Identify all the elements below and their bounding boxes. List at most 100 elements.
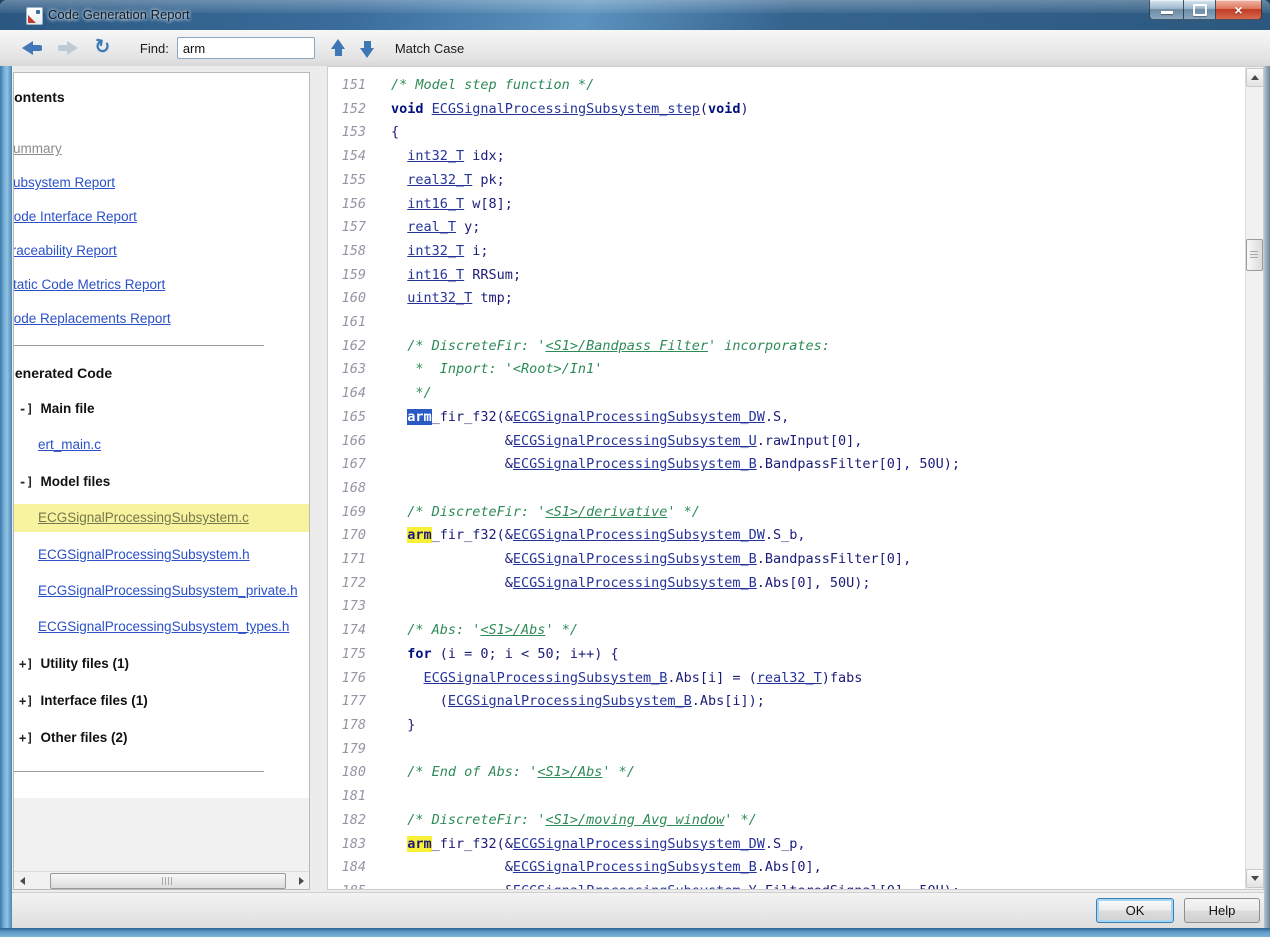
contents-link[interactable]: Traceability Report bbox=[14, 243, 309, 258]
dialog-button-bar: OK Help bbox=[12, 892, 1264, 928]
code-token: { bbox=[391, 124, 399, 140]
code-line: 184 &ECGSignalProcessingSubsystem_B.Abs[… bbox=[328, 856, 1246, 880]
code-view-panel: 151/* Model step function */152void ECGS… bbox=[327, 66, 1264, 890]
code-hyperlink[interactable]: ECGSignalProcessingSubsystem_DW bbox=[513, 836, 765, 852]
contents-sidebar: Contents SummarySubsystem ReportCode Int… bbox=[13, 72, 310, 890]
line-number: 174 bbox=[328, 619, 366, 643]
code-hyperlink[interactable]: <S1>/Abs bbox=[537, 764, 602, 780]
up-arrow-icon bbox=[331, 39, 346, 58]
code-token: .BandpassFilter[0], bbox=[757, 551, 911, 567]
code-token: idx; bbox=[464, 148, 505, 164]
code-line: 179 bbox=[328, 738, 1246, 762]
code-hyperlink[interactable]: ECGSignalProcessingSubsystem_Y bbox=[513, 883, 757, 889]
code-hyperlink[interactable]: <S1>/Bandpass Filter bbox=[545, 338, 708, 354]
contents-link[interactable]: Code Interface Report bbox=[14, 209, 309, 224]
expand-icon[interactable]: +] bbox=[19, 657, 33, 671]
code-hyperlink[interactable]: <S1>/derivative bbox=[545, 504, 667, 520]
scroll-left-button[interactable] bbox=[14, 873, 30, 888]
code-line: 155 real32_T pk; bbox=[328, 169, 1246, 193]
file-link[interactable]: ECGSignalProcessingSubsystem.c bbox=[38, 510, 249, 525]
forward-button[interactable] bbox=[43, 41, 78, 55]
title-bar: Code Generation Report × bbox=[0, 0, 1270, 31]
line-number: 153 bbox=[328, 121, 366, 145]
code-token bbox=[391, 243, 407, 259]
code-hyperlink[interactable]: int32_T bbox=[407, 148, 464, 164]
close-button[interactable]: × bbox=[1216, 0, 1262, 20]
contents-link[interactable]: Summary bbox=[14, 141, 309, 156]
code-line: 162 /* DiscreteFir: '<S1>/Bandpass Filte… bbox=[328, 335, 1246, 359]
code-hyperlink[interactable]: ECGSignalProcessingSubsystem_DW bbox=[513, 409, 765, 425]
line-number: 160 bbox=[328, 287, 366, 311]
code-hyperlink[interactable]: uint32_T bbox=[407, 290, 472, 306]
code-hyperlink[interactable]: ECGSignalProcessingSubsystem_B bbox=[513, 859, 757, 875]
code-hyperlink[interactable]: int32_T bbox=[407, 243, 464, 259]
line-number: 156 bbox=[328, 193, 366, 217]
code-hyperlink[interactable]: real32_T bbox=[757, 670, 822, 686]
code-token: .S, bbox=[765, 409, 789, 425]
code-token bbox=[391, 646, 407, 662]
contents-link[interactable]: Static Code Metrics Report bbox=[14, 277, 309, 292]
contents-link[interactable]: Subsystem Report bbox=[14, 175, 309, 190]
scroll-right-button[interactable] bbox=[293, 873, 309, 888]
find-previous-button[interactable] bbox=[315, 39, 346, 58]
find-input[interactable] bbox=[177, 37, 315, 59]
tree-file-row: ECGSignalProcessingSubsystem_types.h bbox=[14, 618, 309, 636]
code-token bbox=[391, 836, 407, 852]
tree-group-label: Other files (2) bbox=[40, 730, 127, 745]
code-token: /* DiscreteFir: ' bbox=[391, 338, 545, 354]
sidebar-horizontal-scrollbar[interactable] bbox=[14, 871, 309, 889]
expand-icon[interactable]: +] bbox=[19, 694, 33, 708]
code-token bbox=[424, 101, 432, 117]
code-line: 163 * Inport: '<Root>/In1' bbox=[328, 358, 1246, 382]
horizontal-scroll-thumb[interactable] bbox=[50, 873, 286, 889]
code-hyperlink[interactable]: ECGSignalProcessingSubsystem_B bbox=[513, 551, 757, 567]
line-number: 162 bbox=[328, 335, 366, 359]
code-hyperlink[interactable]: ECGSignalProcessingSubsystem_B bbox=[448, 693, 692, 709]
vertical-scroll-thumb[interactable] bbox=[1246, 239, 1263, 271]
code-hyperlink[interactable]: <S1>/moving Avg window bbox=[545, 812, 724, 828]
line-number: 182 bbox=[328, 809, 366, 833]
code-line: 165 arm_fir_f32(&ECGSignalProcessingSubs… bbox=[328, 406, 1246, 430]
sidebar-viewport: Contents SummarySubsystem ReportCode Int… bbox=[14, 73, 309, 872]
file-link[interactable]: ECGSignalProcessingSubsystem_private.h bbox=[38, 583, 298, 598]
code-token: ( bbox=[700, 101, 708, 117]
code-hyperlink[interactable]: ECGSignalProcessingSubsystem_B bbox=[513, 575, 757, 591]
code-line: 172 &ECGSignalProcessingSubsystem_B.Abs[… bbox=[328, 572, 1246, 596]
search-match-current: arm bbox=[407, 409, 431, 425]
maximize-button[interactable] bbox=[1184, 0, 1216, 20]
help-button[interactable]: Help bbox=[1184, 898, 1260, 923]
code-hyperlink[interactable]: ECGSignalProcessingSubsystem_B bbox=[424, 670, 668, 686]
file-link[interactable]: ert_main.c bbox=[38, 437, 101, 452]
code-hyperlink[interactable]: ECGSignalProcessingSubsystem_B bbox=[513, 456, 757, 472]
code-hyperlink[interactable]: real32_T bbox=[407, 172, 472, 188]
scroll-down-button[interactable] bbox=[1246, 869, 1264, 888]
line-number: 165 bbox=[328, 406, 366, 430]
expand-icon[interactable]: +] bbox=[19, 731, 33, 745]
code-hyperlink[interactable]: <S1>/Abs bbox=[480, 622, 545, 638]
file-link[interactable]: ECGSignalProcessingSubsystem_types.h bbox=[38, 619, 289, 634]
code-hyperlink[interactable]: ECGSignalProcessingSubsystem_step bbox=[432, 101, 700, 117]
code-token bbox=[391, 290, 407, 306]
code-vertical-scrollbar[interactable] bbox=[1245, 67, 1263, 889]
code-hyperlink[interactable]: real_T bbox=[407, 219, 456, 235]
code-hyperlink[interactable]: int16_T bbox=[407, 267, 464, 283]
code-hyperlink[interactable]: ECGSignalProcessingSubsystem_U bbox=[513, 433, 757, 449]
report-app-icon bbox=[26, 7, 43, 25]
collapse-icon[interactable]: -] bbox=[19, 402, 33, 416]
code-token: void bbox=[708, 101, 741, 117]
refresh-button[interactable]: ↻ bbox=[78, 39, 110, 57]
scroll-up-button[interactable] bbox=[1246, 68, 1264, 87]
line-number: 176 bbox=[328, 667, 366, 691]
find-next-button[interactable] bbox=[346, 39, 375, 58]
code-hyperlink[interactable]: int16_T bbox=[407, 196, 464, 212]
minimize-button[interactable] bbox=[1149, 0, 1184, 20]
file-link[interactable]: ECGSignalProcessingSubsystem.h bbox=[38, 547, 250, 562]
match-case-label[interactable]: Match Case bbox=[395, 41, 464, 56]
collapse-icon[interactable]: -] bbox=[19, 475, 33, 489]
back-button[interactable] bbox=[0, 41, 43, 55]
line-number: 158 bbox=[328, 240, 366, 264]
ok-button[interactable]: OK bbox=[1096, 898, 1174, 923]
code-hyperlink[interactable]: ECGSignalProcessingSubsystem_DW bbox=[513, 527, 765, 543]
code-token bbox=[391, 196, 407, 212]
contents-link[interactable]: Code Replacements Report bbox=[14, 311, 309, 326]
